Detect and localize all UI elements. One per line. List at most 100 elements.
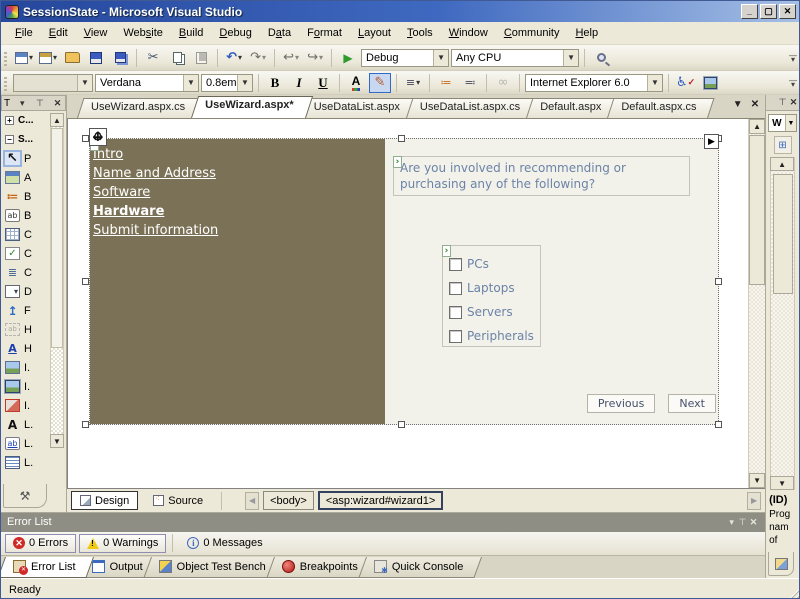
smart-tag-glyph-icon[interactable]: › xyxy=(442,245,451,257)
pin-icon[interactable]: ⊤ xyxy=(34,98,45,109)
scrollbar-thumb[interactable] xyxy=(749,135,765,285)
resize-handle[interactable] xyxy=(715,421,722,428)
wizard-tag-button[interactable]: <asp:wizard#wizard1> xyxy=(318,491,443,510)
design-view-button[interactable]: Design xyxy=(71,491,138,510)
tab-usewizard-aspx-cs[interactable]: UseWizard.aspx.cs xyxy=(77,98,197,118)
close-document-icon[interactable]: ✕ xyxy=(751,99,759,110)
toolbar-overflow-button[interactable]: —▾ xyxy=(787,73,799,93)
tab-usewizard-aspx[interactable]: UseWizard.aspx* xyxy=(191,96,306,118)
scroll-up-icon[interactable]: ▲ xyxy=(50,113,64,127)
check-accessibility-button[interactable]: ♿✓ xyxy=(674,73,697,93)
wizard-step-name-and-address[interactable]: Name and Address xyxy=(93,164,385,183)
question-label[interactable]: › Are you involved in recommending or pu… xyxy=(393,156,690,196)
menu-community[interactable]: Community xyxy=(496,23,568,43)
redo-button[interactable]: ↷▾ xyxy=(247,48,269,68)
menu-help[interactable]: Help xyxy=(567,23,606,43)
copy-button[interactable] xyxy=(166,48,188,68)
chevron-down-icon[interactable]: ▼ xyxy=(785,115,796,131)
tab-usedatalist-aspx[interactable]: UseDataList.aspx xyxy=(300,98,412,118)
tab-default-aspx-cs[interactable]: Default.aspx.cs xyxy=(607,98,708,118)
move-handle[interactable]: ↔↕ xyxy=(89,128,107,146)
tab-object-test-bench[interactable]: Object Test Bench xyxy=(151,556,280,578)
add-new-item-button[interactable]: ▾ xyxy=(37,48,59,68)
new-website-button[interactable]: ▾ xyxy=(13,48,35,68)
body-tag-button[interactable]: <body> xyxy=(263,491,314,510)
menu-build[interactable]: Build xyxy=(171,23,211,43)
menu-website[interactable]: Website xyxy=(115,23,171,43)
menu-file[interactable]: File xyxy=(7,23,41,43)
resize-handle[interactable] xyxy=(398,421,405,428)
menu-tools[interactable]: Tools xyxy=(399,23,441,43)
scrollbar-thumb[interactable] xyxy=(773,174,793,294)
menu-debug[interactable]: Debug xyxy=(211,23,259,43)
solution-configuration-combobox[interactable]: Debug ▼ xyxy=(361,49,449,67)
cut-button[interactable]: ✂ xyxy=(142,48,164,68)
block-format-combobox[interactable]: ▼ xyxy=(13,74,93,92)
scrollbar-thumb[interactable] xyxy=(51,128,63,348)
menu-format[interactable]: Format xyxy=(299,23,350,43)
resize-handle[interactable] xyxy=(398,135,405,142)
save-all-button[interactable] xyxy=(109,48,131,68)
toolbox-item-list-box[interactable]: L. xyxy=(1,453,66,472)
toolbox-tab[interactable]: ⚒ xyxy=(3,484,47,508)
chevron-down-icon[interactable]: ▾ xyxy=(17,98,28,109)
paste-button[interactable] xyxy=(190,48,212,68)
wizard-step-intro[interactable]: Intro xyxy=(93,145,385,164)
chevron-down-icon[interactable]: ▼ xyxy=(433,50,448,66)
selected-property-name[interactable]: (ID) xyxy=(766,492,799,508)
resize-handle[interactable] xyxy=(715,278,722,285)
tab-breakpoints[interactable]: Breakpoints xyxy=(274,556,372,578)
chevron-down-icon[interactable]: ▼ xyxy=(647,75,662,91)
pin-icon[interactable]: ⊤ xyxy=(777,97,788,108)
next-button[interactable]: Next xyxy=(668,394,716,413)
save-button[interactable] xyxy=(85,48,107,68)
scroll-up-icon[interactable]: ▲ xyxy=(749,119,765,134)
font-size-combobox[interactable]: 0.8em ▼ xyxy=(201,74,253,92)
italic-button[interactable]: I xyxy=(288,73,310,93)
errors-filter-button[interactable]: ✕ 0 Errors xyxy=(5,534,76,553)
menu-window[interactable]: Window xyxy=(441,23,496,43)
alignment-button[interactable]: ≡▾ xyxy=(402,73,424,93)
warnings-filter-button[interactable]: 0 Warnings xyxy=(79,534,166,553)
tag-scroll-left-icon[interactable]: ◀ xyxy=(245,492,259,510)
minimize-button[interactable]: _ xyxy=(741,4,758,19)
foreground-color-button[interactable]: A xyxy=(345,73,367,93)
chevron-down-icon[interactable]: ▼ xyxy=(183,75,198,91)
error-list-header[interactable]: Error List ▾ ⊤ ✕ xyxy=(1,513,765,532)
close-icon[interactable]: ✕ xyxy=(52,98,63,109)
resize-handle[interactable] xyxy=(82,421,89,428)
scroll-down-icon[interactable]: ▼ xyxy=(770,476,794,490)
solution-platform-combobox[interactable]: Any CPU ▼ xyxy=(451,49,579,67)
tab-usedatalist-aspx-cs[interactable]: UseDataList.aspx.cs xyxy=(406,98,532,118)
bold-button[interactable]: B xyxy=(264,73,286,93)
bulleted-list-button[interactable]: ≔ xyxy=(435,73,457,93)
source-view-button[interactable]: Source xyxy=(144,491,212,510)
check-page-validity-button[interactable] xyxy=(699,73,721,93)
close-button[interactable]: ✕ xyxy=(779,4,796,19)
navigate-backward-button[interactable]: ↩▾ xyxy=(280,48,302,68)
find-in-files-button[interactable] xyxy=(590,48,612,68)
toolbar-grip[interactable] xyxy=(3,50,8,66)
wizard-step-hardware[interactable]: Hardware xyxy=(93,202,385,221)
resize-grip[interactable] xyxy=(785,586,799,599)
previous-button[interactable]: Previous xyxy=(587,394,656,413)
checkbox-list-control[interactable]: › PCs Laptops Servers Peripherals xyxy=(442,245,541,347)
editor-vertical-scrollbar[interactable]: ▲ ▼ xyxy=(748,119,765,488)
scroll-up-icon[interactable]: ▲ xyxy=(770,157,794,171)
convert-to-hyperlink-button[interactable]: ∞ xyxy=(492,73,514,93)
messages-filter-button[interactable]: i 0 Messages xyxy=(179,534,270,553)
highlight-button[interactable]: ✎ xyxy=(369,73,391,93)
checkbox[interactable] xyxy=(449,282,462,295)
checkbox[interactable] xyxy=(449,306,462,319)
start-debugging-button[interactable]: ▶ xyxy=(337,48,359,68)
chevron-down-icon[interactable]: ▼ xyxy=(237,75,252,91)
tab-error-list[interactable]: Error List xyxy=(5,556,90,578)
undo-button[interactable]: ↶▾ xyxy=(223,48,245,68)
chevron-down-icon[interactable]: ▼ xyxy=(77,75,92,91)
scroll-down-icon[interactable]: ▼ xyxy=(50,434,64,448)
collapse-icon[interactable]: − xyxy=(5,135,14,144)
toolbox-scrollbar[interactable]: ▲ ▼ xyxy=(50,113,64,448)
categorized-view-button[interactable]: ⊞ xyxy=(774,136,792,154)
navigate-forward-button[interactable]: ↪▾ xyxy=(304,48,326,68)
font-name-combobox[interactable]: Verdana ▼ xyxy=(95,74,199,92)
